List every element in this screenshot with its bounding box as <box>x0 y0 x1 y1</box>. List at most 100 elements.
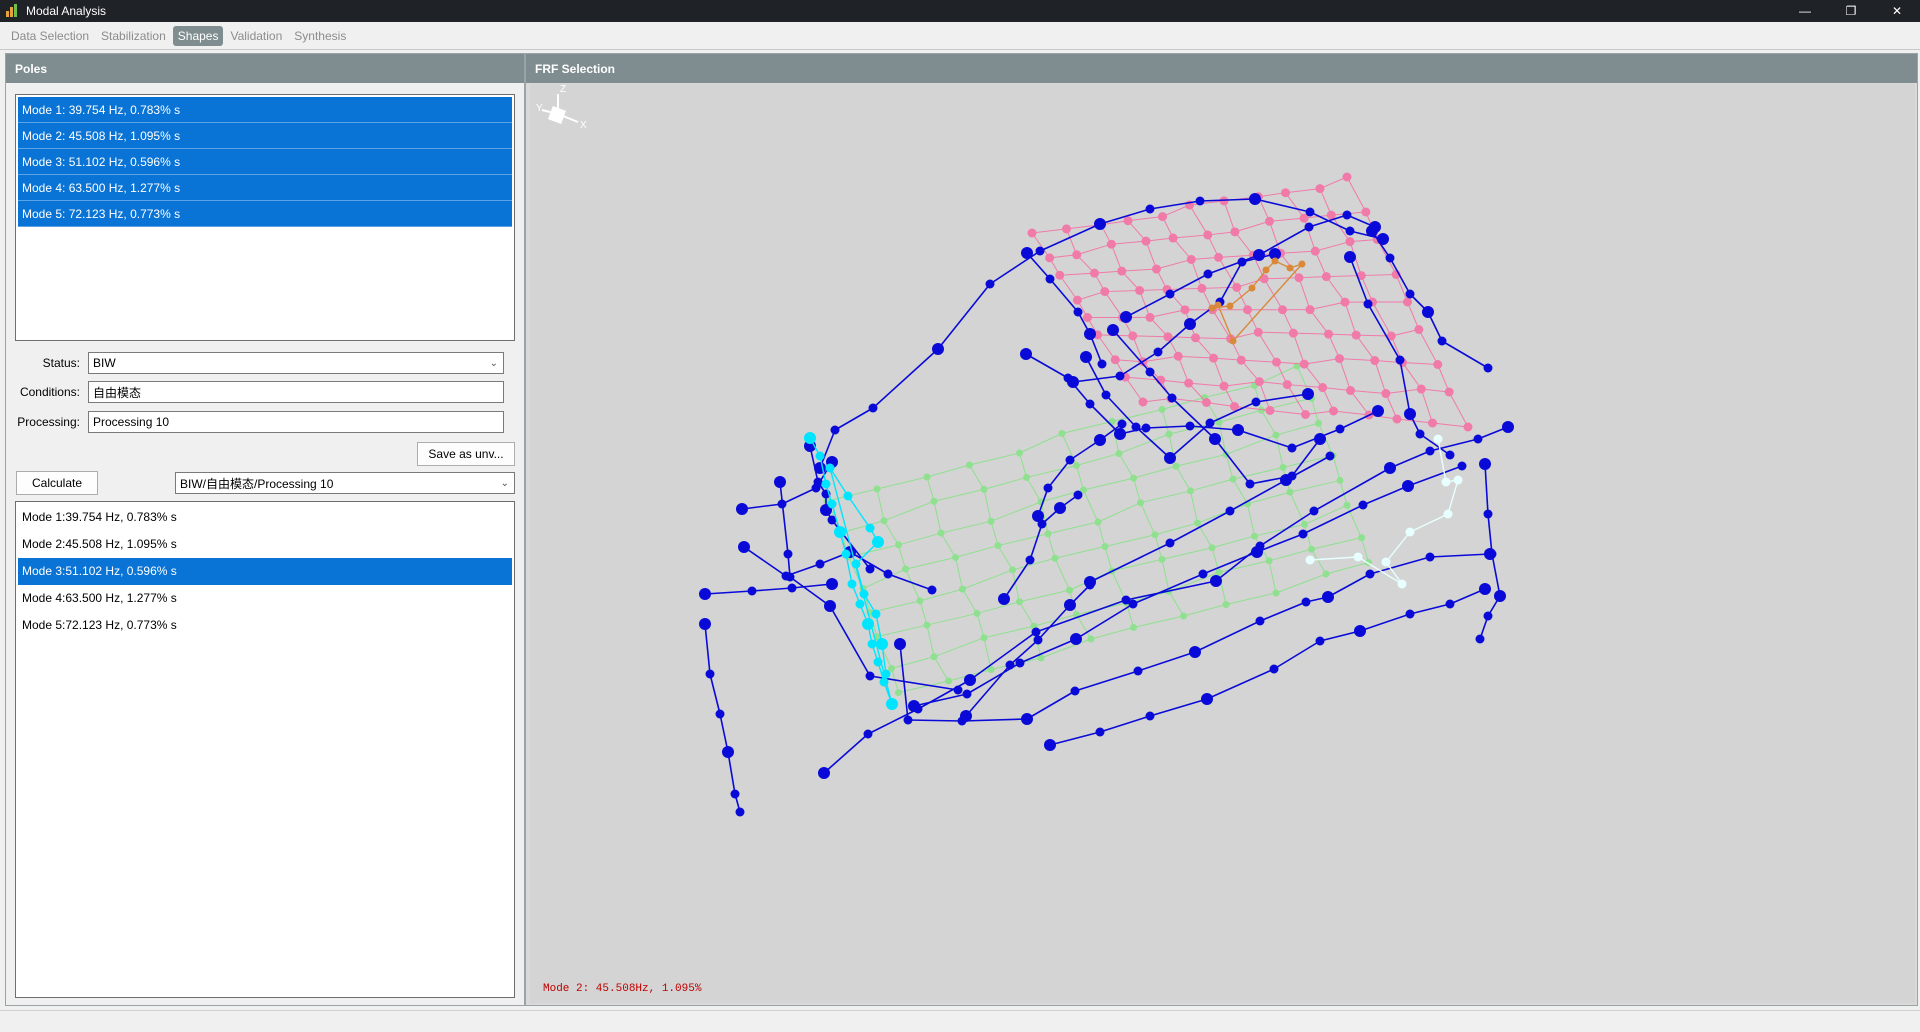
frame-node <box>1115 371 1125 381</box>
roof-mesh-node <box>1055 270 1065 280</box>
floor-mesh-node <box>1130 474 1137 482</box>
front-node <box>873 657 883 667</box>
roof-mesh-edge <box>1344 301 1357 336</box>
floor-mesh-edge <box>1218 560 1270 573</box>
path-select-value: BIW/自由模态/Processing 10 <box>180 476 334 491</box>
floor-mesh-node <box>994 542 1002 550</box>
frame-edge <box>1132 573 1204 605</box>
roof-mesh-node <box>1062 224 1071 234</box>
roof-mesh-node <box>1416 384 1426 394</box>
floor-mesh-edge <box>926 464 970 478</box>
floor-mesh-edge <box>1097 521 1106 547</box>
frame-edge <box>781 487 817 505</box>
processing-input[interactable]: Processing 10 <box>88 411 504 433</box>
tab-synthesis[interactable]: Synthesis <box>289 26 351 46</box>
calculate-button[interactable]: Calculate <box>16 471 98 495</box>
result-item[interactable]: Mode 3:51.102 Hz, 0.596% s <box>18 558 512 585</box>
frame-node <box>1377 233 1389 245</box>
roof-mesh-node <box>1463 422 1473 432</box>
result-item[interactable]: Mode 4:63.500 Hz, 1.277% s <box>18 585 512 612</box>
frame-node <box>1305 207 1315 217</box>
roof-mesh-edge <box>1286 384 1306 415</box>
floor-mesh-node <box>1094 518 1102 526</box>
roof-mesh-edge <box>1258 331 1294 334</box>
frame-node <box>865 564 875 574</box>
path-select[interactable]: BIW/自由模态/Processing 10 ⌄ <box>175 472 515 494</box>
restore-button[interactable]: ❐ <box>1828 0 1874 22</box>
frame-node <box>1073 490 1083 500</box>
frame-edge <box>1026 690 1076 720</box>
tab-shapes[interactable]: Shapes <box>172 25 224 46</box>
axis-x-label: X <box>580 120 587 131</box>
roof-mesh-node <box>1288 328 1298 338</box>
frame-edge <box>1369 556 1431 575</box>
frame-node <box>1484 548 1496 560</box>
pole-item[interactable]: Mode 5: 72.123 Hz, 0.773% s <box>18 201 512 227</box>
roof-mesh-node <box>1305 305 1315 315</box>
frame-node <box>699 588 711 600</box>
floor-mesh-node <box>1051 554 1059 562</box>
floor-mesh-edge <box>919 588 963 602</box>
save-as-unv-button[interactable]: Save as unv... <box>417 442 515 466</box>
roof-mesh-node <box>1072 250 1082 260</box>
frame-edge <box>1089 542 1171 583</box>
floor-mesh-node <box>1229 475 1237 483</box>
pole-item[interactable]: Mode 3: 51.102 Hz, 0.596% s <box>18 149 512 175</box>
tab-stabilization[interactable]: Stabilization <box>96 26 171 46</box>
rear-node <box>1433 434 1443 444</box>
floor-mesh-edge <box>940 520 992 534</box>
detail-node <box>1229 337 1237 345</box>
frame-node <box>1015 658 1025 668</box>
floor-mesh-edge <box>1140 490 1191 504</box>
result-item[interactable]: Mode 2:45.508 Hz, 1.095% s <box>18 531 512 558</box>
floor-mesh-edge <box>1183 604 1227 617</box>
roof-mesh-node <box>1428 418 1437 428</box>
result-item[interactable]: Mode 1:39.754 Hz, 0.783% s <box>18 504 512 531</box>
frame-edge <box>1484 463 1489 515</box>
mode-shape-viewport[interactable]: Z Y X Mode 2: 45.508Hz, 1.095% <box>530 84 1915 1003</box>
floor-mesh-edge <box>990 521 999 546</box>
poles-header: Poles <box>6 54 524 83</box>
roof-mesh-edge <box>1293 332 1329 335</box>
minimize-button[interactable]: — <box>1782 0 1828 22</box>
floor-mesh-node <box>916 597 924 605</box>
mode-shape-mesh[interactable] <box>530 84 1915 1003</box>
result-item[interactable]: Mode 5:72.123 Hz, 0.773% s <box>18 612 512 639</box>
pole-item[interactable]: Mode 4: 63.500 Hz, 1.277% s <box>18 175 512 201</box>
frame-node <box>1425 552 1435 562</box>
floor-mesh-edge <box>919 600 928 626</box>
floor-mesh-edge <box>1047 533 1056 559</box>
results-list[interactable]: Mode 1:39.754 Hz, 0.783% s Mode 2:45.508… <box>15 501 515 998</box>
roof-mesh-edge <box>1309 301 1346 311</box>
frame-edge <box>704 623 711 675</box>
frame-edge <box>1206 668 1275 700</box>
floor-mesh-edge <box>1161 409 1170 435</box>
frame-edge <box>751 587 793 592</box>
status-select[interactable]: BIW ⌄ <box>88 352 504 374</box>
floor-mesh-node <box>1272 431 1280 439</box>
front-node <box>871 609 881 619</box>
conditions-input[interactable]: 自由模态 <box>88 381 504 403</box>
floor-mesh-edge <box>1161 559 1170 592</box>
tab-validation[interactable]: Validation <box>225 26 287 46</box>
tab-data-selection[interactable]: Data Selection <box>6 26 94 46</box>
frame-edge <box>907 719 963 722</box>
roof-mesh-node <box>1301 410 1310 419</box>
close-button[interactable]: ✕ <box>1874 0 1920 22</box>
pole-item[interactable]: Mode 2: 45.508 Hz, 1.095% s <box>18 123 512 149</box>
frame-node <box>1044 739 1056 751</box>
roof-mesh-node <box>1202 398 1211 407</box>
floor-mesh-node <box>1151 531 1159 539</box>
floor-mesh-node <box>1336 476 1344 484</box>
pole-item[interactable]: Mode 1: 39.754 Hz, 0.783% s <box>18 97 512 123</box>
frame-node <box>1309 506 1319 516</box>
frame-node <box>1287 443 1297 453</box>
poles-list[interactable]: Mode 1: 39.754 Hz, 0.783% s Mode 2: 45.5… <box>15 94 515 341</box>
floor-mesh-edge <box>891 656 935 669</box>
frame-edge <box>823 733 869 774</box>
roof-mesh-node <box>1272 357 1281 367</box>
roof-mesh-node <box>1045 253 1055 263</box>
frame-node <box>736 503 748 515</box>
frame-edge <box>1349 256 1369 305</box>
floor-mesh-edge <box>1211 535 1255 549</box>
